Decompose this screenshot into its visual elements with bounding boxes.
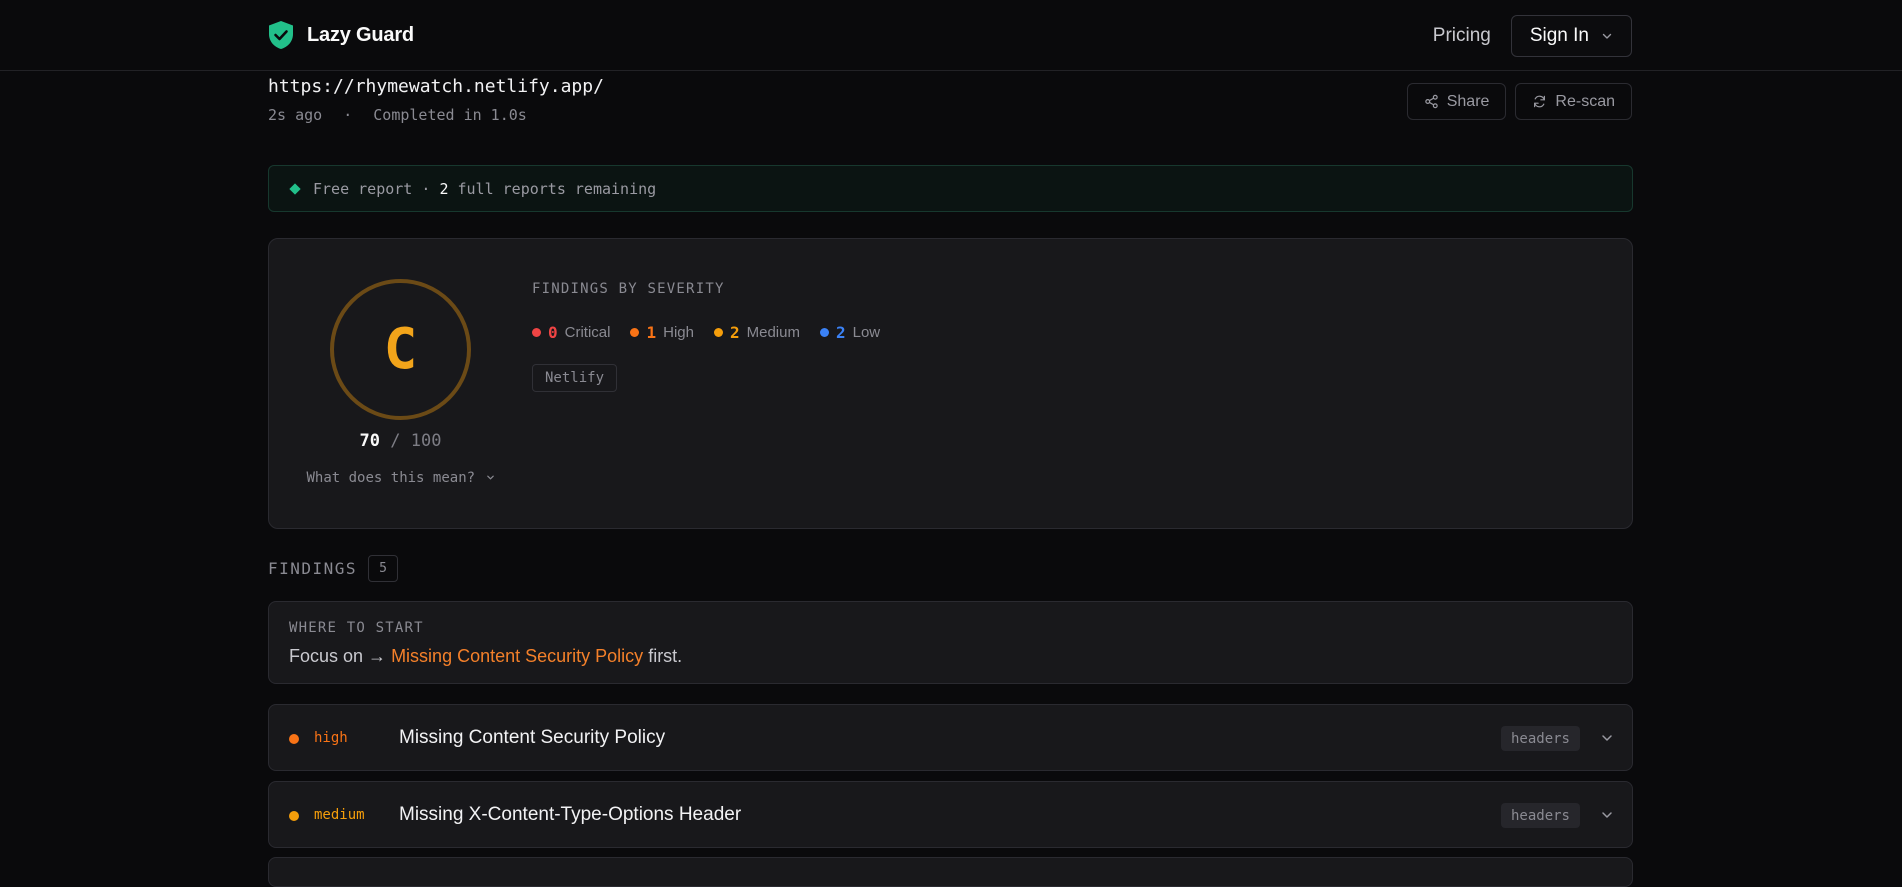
severity-high: 1 High xyxy=(630,323,694,342)
banner-prefix: Free report · xyxy=(313,179,431,198)
finding-title: Missing Content Security Policy xyxy=(399,727,666,748)
low-label: Low xyxy=(852,324,881,341)
severity-medium: 2 Medium xyxy=(713,323,800,342)
findings-count-badge: 5 xyxy=(368,555,399,582)
critical-count: 0 xyxy=(548,323,558,342)
reports-remaining-count: 2 xyxy=(439,179,449,198)
chevron-down-icon xyxy=(486,475,494,480)
share-button[interactable]: Share xyxy=(1406,83,1507,120)
start-suffix: first. xyxy=(648,646,683,666)
high-count: 1 xyxy=(646,323,657,342)
scan-age: 2s ago xyxy=(268,106,323,124)
finding-row[interactable]: medium Missing X-Content-Type-Options He… xyxy=(268,781,1633,848)
meta-separator: · xyxy=(343,106,353,124)
nav-actions: Pricing Sign In xyxy=(1433,15,1632,57)
where-to-start-text: Focus on → Missing Content Security Poli… xyxy=(289,646,682,667)
free-report-banner: Free report · 2 full reports remaining xyxy=(268,165,1633,212)
where-to-start-kicker: WHERE TO START xyxy=(289,620,424,636)
score-value: 70 xyxy=(359,431,381,451)
score-line: 70 / 100 xyxy=(330,431,471,451)
chevron-down-icon[interactable] xyxy=(1600,731,1614,745)
sign-in-button[interactable]: Sign In xyxy=(1510,15,1632,57)
severity-critical: 0 Critical xyxy=(532,323,610,342)
critical-dot xyxy=(532,328,541,337)
category-tag: headers xyxy=(1500,726,1580,751)
high-dot xyxy=(630,328,640,337)
scan-meta: 2s ago · Completed in 1.0s xyxy=(268,106,527,124)
shield-check-icon xyxy=(269,21,293,49)
chevron-down-icon[interactable] xyxy=(1600,808,1614,822)
refresh-icon xyxy=(1534,95,1546,108)
sign-in-label: Sign In xyxy=(1529,25,1589,46)
scan-url: https://rhymewatch.netlify.app/ xyxy=(268,76,604,97)
severity-dot xyxy=(289,811,299,821)
pricing-link[interactable]: Pricing xyxy=(1433,25,1491,47)
rescan-label: Re-scan xyxy=(1555,92,1615,110)
severity-title: FINDINGS BY SEVERITY xyxy=(532,281,725,297)
grade-ring: C xyxy=(330,279,471,420)
scan-actions: Share Re-scan xyxy=(1406,83,1632,120)
severity-summary: 0 Critical 1 High 2 Medium 2 Low xyxy=(532,323,880,342)
where-to-start-card: WHERE TO START Focus on → Missing Conten… xyxy=(268,601,1633,684)
findings-header: FINDINGS 5 xyxy=(268,555,399,582)
low-count: 2 xyxy=(835,323,846,342)
banner-text: Free report · 2 full reports remaining xyxy=(313,180,656,198)
medium-dot xyxy=(713,328,723,337)
severity-label: medium xyxy=(314,807,365,823)
severity-label: high xyxy=(314,730,348,746)
help-label: What does this mean? xyxy=(306,470,476,486)
diamond-icon xyxy=(289,182,301,195)
platform-tag: Netlify xyxy=(532,364,618,392)
brand-name: Lazy Guard xyxy=(307,23,414,46)
share-icon xyxy=(1424,94,1438,109)
chevron-down-icon xyxy=(1602,33,1612,39)
start-prefix: Focus on → xyxy=(289,646,387,666)
findings-label: FINDINGS xyxy=(268,559,358,578)
score-max: / 100 xyxy=(390,431,442,451)
category-tag: headers xyxy=(1500,803,1580,828)
high-label: High xyxy=(663,324,694,341)
scan-duration: Completed in 1.0s xyxy=(373,106,527,124)
severity-dot xyxy=(289,734,299,744)
share-label: Share xyxy=(1446,92,1490,110)
brand[interactable]: Lazy Guard xyxy=(268,20,414,50)
medium-count: 2 xyxy=(729,323,740,342)
banner-suffix: full reports remaining xyxy=(457,179,657,198)
severity-low: 2 Low xyxy=(819,323,881,342)
finding-row[interactable] xyxy=(268,857,1633,887)
rescan-button[interactable]: Re-scan xyxy=(1515,83,1632,120)
finding-title: Missing X-Content-Type-Options Header xyxy=(399,804,742,825)
grade-letter: C xyxy=(383,317,418,382)
finding-row[interactable]: high Missing Content Security Policy hea… xyxy=(268,704,1633,771)
top-nav: Lazy Guard Pricing Sign In xyxy=(0,0,1902,71)
what-does-this-mean-toggle[interactable]: What does this mean? xyxy=(289,470,512,486)
medium-label: Medium xyxy=(746,324,800,341)
low-dot xyxy=(819,328,829,337)
score-card: C 70 / 100 What does this mean? FINDINGS… xyxy=(268,238,1633,529)
focus-finding-link[interactable]: Missing Content Security Policy xyxy=(391,646,643,666)
critical-label: Critical xyxy=(564,324,611,341)
